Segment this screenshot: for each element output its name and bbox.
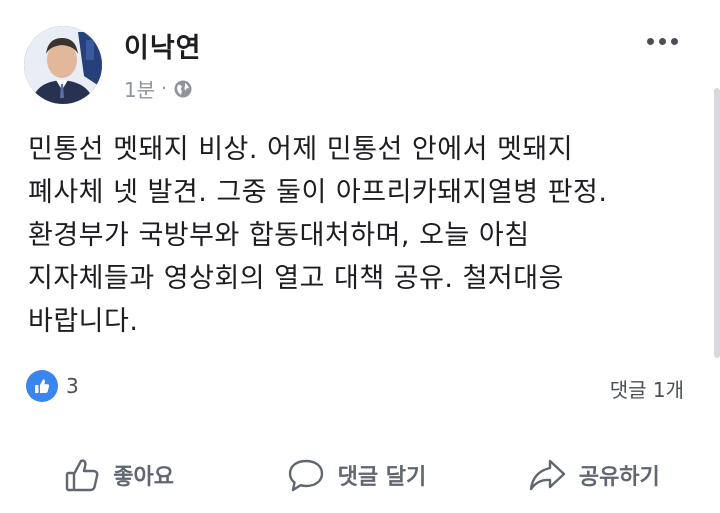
post-text-line: 폐사체 넷 발견. 그중 둘이 아프리카돼지열병 판정. [28, 177, 608, 208]
action-bar: 좋아요 댓글 달기 공유하기 [0, 440, 712, 510]
post-text-line: 바랍니다. [28, 306, 139, 337]
post-text-line: 민통선 멧돼지 비상. 어제 민통선 안에서 멧돼지 [28, 134, 574, 165]
globe-icon [174, 80, 192, 97]
more-options-button[interactable] [647, 34, 678, 48]
reaction-summary[interactable]: 3 [26, 370, 79, 402]
share-button[interactable]: 공유하기 [475, 440, 712, 510]
comment-button[interactable]: 댓글 달기 [237, 440, 474, 510]
thumbs-up-icon [66, 459, 99, 492]
post-meta: 1분 · [124, 74, 193, 103]
like-button[interactable]: 좋아요 [0, 440, 237, 510]
scrollbar[interactable] [714, 88, 720, 358]
avatar[interactable] [24, 26, 102, 104]
more-dots-icon [671, 37, 678, 45]
share-arrow-icon [529, 459, 566, 491]
post-text: 민통선 멧돼지 비상. 어제 민통선 안에서 멧돼지 폐사체 넷 발견. 그중 … [28, 128, 688, 343]
like-button-label: 좋아요 [113, 465, 175, 490]
comment-count[interactable]: 댓글 1개 [610, 374, 684, 403]
post-text-line: 지자체들과 영상회의 열고 대책 공유. 철저대응 [28, 263, 564, 294]
author-name[interactable]: 이낙연 [124, 26, 202, 65]
post-time[interactable]: 1분 [124, 74, 155, 103]
more-dots-icon [659, 37, 666, 45]
reaction-count: 3 [66, 374, 79, 398]
share-button-label: 공유하기 [578, 465, 660, 490]
comment-button-label: 댓글 달기 [337, 465, 427, 490]
post-card: 이낙연 1분 · 민통선 멧돼지 비상. 어제 민통선 안에서 멧돼지 폐사체 … [0, 0, 712, 513]
more-dots-icon [647, 37, 654, 45]
like-icon [26, 370, 58, 402]
post-text-line: 환경부가 국방부와 합동대처하며, 오늘 아침 [28, 220, 530, 251]
meta-separator: · [161, 78, 167, 99]
comment-bubble-icon [288, 459, 323, 492]
